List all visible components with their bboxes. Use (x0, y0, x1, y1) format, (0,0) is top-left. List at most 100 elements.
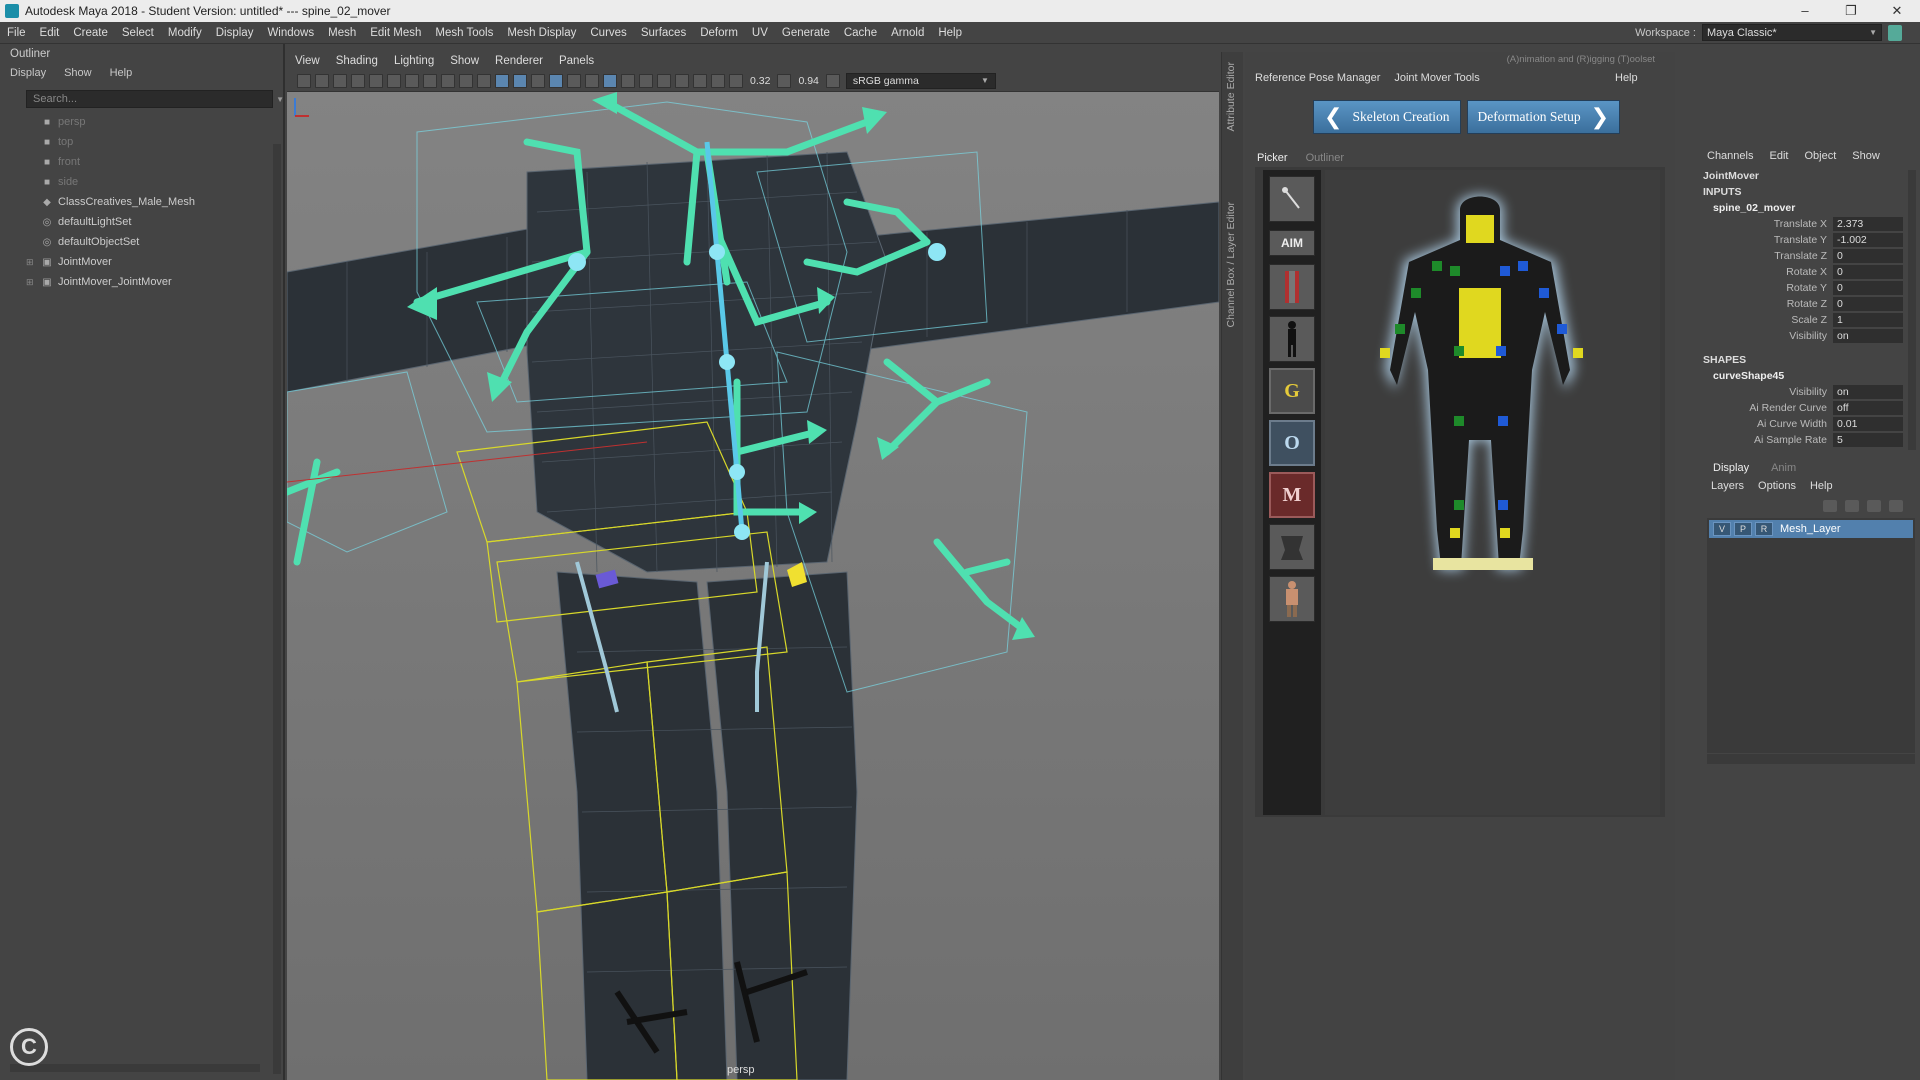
layer-reference-toggle[interactable]: R (1755, 522, 1773, 536)
attr-value[interactable]: 0 (1833, 265, 1903, 279)
menu-edit[interactable]: Edit (33, 27, 67, 39)
picker-pelvis-l[interactable] (1454, 346, 1464, 356)
outliner-vertical-scrollbar[interactable] (273, 144, 281, 1074)
menu-windows[interactable]: Windows (260, 27, 321, 39)
picker-upperarm-l[interactable] (1411, 288, 1421, 298)
hands-tool-button[interactable] (1269, 524, 1315, 570)
attr-value[interactable]: 2.373 (1833, 217, 1903, 231)
menu-curves[interactable]: Curves (583, 27, 633, 39)
picker-head[interactable] (1466, 215, 1494, 243)
bookmark-icon[interactable] (333, 73, 347, 88)
menu-help[interactable]: Help (931, 27, 969, 39)
attr-value[interactable]: 0.01 (1833, 417, 1903, 431)
exposure-value[interactable]: 0.32 (747, 75, 773, 87)
outliner-item-top[interactable]: ■ top (0, 132, 283, 152)
selected-object-name[interactable]: JointMover (1703, 168, 1903, 184)
art-menu-reference-pose[interactable]: Reference Pose Manager (1255, 72, 1380, 84)
picker-foot-l[interactable] (1450, 528, 1460, 538)
skeleton-creation-button[interactable]: ❮ Skeleton Creation (1313, 100, 1461, 134)
color-management-icon[interactable] (825, 73, 840, 88)
viewport-menu-renderer[interactable]: Renderer (487, 55, 551, 67)
picker-spine[interactable] (1459, 288, 1501, 358)
viewport-menu-lighting[interactable]: Lighting (386, 55, 442, 67)
outliner-item-jointmover[interactable]: ⊞ ▣ JointMover (0, 252, 283, 272)
menu-uv[interactable]: UV (745, 27, 775, 39)
viewport-menu-view[interactable]: View (287, 55, 328, 67)
menu-cache[interactable]: Cache (837, 27, 884, 39)
picker-pelvis-r[interactable] (1496, 346, 1506, 356)
textured-icon[interactable] (549, 73, 563, 88)
wireframe-on-shaded-icon[interactable] (531, 73, 545, 88)
attr-value[interactable]: off (1833, 401, 1903, 415)
channels-menu-show[interactable]: Show (1852, 150, 1880, 162)
attr-value[interactable]: 1 (1833, 313, 1903, 327)
attr-value[interactable]: 0 (1833, 297, 1903, 311)
field-chart-icon[interactable] (459, 73, 473, 88)
input-node-name[interactable]: spine_02_mover (1703, 200, 1903, 216)
menu-display[interactable]: Display (209, 27, 261, 39)
select-camera-icon[interactable] (297, 73, 311, 88)
viewport-menu-show[interactable]: Show (442, 55, 487, 67)
expand-icon[interactable]: ⊞ (26, 277, 34, 288)
shape-attr-row[interactable]: Ai Render Curve off (1703, 400, 1903, 416)
viewport-scene[interactable]: persp (287, 92, 1219, 1080)
isolate-select-icon[interactable] (603, 73, 617, 88)
layers-menu-options[interactable]: Options (1758, 480, 1796, 492)
maximize-button[interactable]: ❐ (1828, 0, 1874, 22)
attr-row[interactable]: Translate Z 0 (1703, 248, 1903, 264)
outliner-horizontal-scrollbar[interactable] (10, 1064, 260, 1072)
minimize-button[interactable]: – (1782, 0, 1828, 22)
xray-icon[interactable] (621, 73, 635, 88)
picker-ankle-r[interactable] (1498, 500, 1508, 510)
layers-menu-help[interactable]: Help (1810, 480, 1833, 492)
picker-hand-r[interactable] (1573, 348, 1583, 358)
anti-aliasing-icon[interactable] (693, 73, 707, 88)
picker-lowerarm-r[interactable] (1557, 324, 1567, 334)
mover-button[interactable]: M (1269, 472, 1315, 518)
layer-playback-toggle[interactable]: P (1734, 522, 1752, 536)
channel-box-scrollbar[interactable] (1908, 170, 1916, 450)
global-button[interactable]: G (1269, 368, 1315, 414)
new-layer-from-selection-icon[interactable] (1889, 500, 1903, 512)
lights-icon[interactable] (567, 73, 581, 88)
layer-visibility-toggle[interactable]: V (1713, 522, 1731, 536)
attribute-editor-tab[interactable]: Attribute Editor (1225, 62, 1237, 131)
smooth-shade-icon[interactable] (513, 73, 527, 88)
depth-of-field-icon[interactable] (711, 73, 725, 88)
outliner-item-lightset[interactable]: ◎ defaultLightSet (0, 212, 283, 232)
outliner-item-persp[interactable]: ■ persp (0, 112, 283, 132)
attr-value[interactable]: on (1833, 385, 1903, 399)
move-layer-up-icon[interactable] (1823, 500, 1837, 512)
ambient-occlusion-icon[interactable] (675, 73, 689, 88)
picker-clavicle-r[interactable] (1518, 261, 1528, 271)
picker-ankle-l[interactable] (1454, 500, 1464, 510)
gamma-icon[interactable] (777, 73, 792, 88)
image-plane-icon[interactable] (351, 73, 365, 88)
outliner-search-input[interactable]: Search... (26, 90, 284, 108)
menu-create[interactable]: Create (66, 27, 115, 39)
picker-foot-r[interactable] (1500, 528, 1510, 538)
film-gate-icon[interactable] (405, 73, 419, 88)
outliner-item-side[interactable]: ■ side (0, 172, 283, 192)
exposure-icon[interactable] (729, 73, 743, 88)
shape-node-name[interactable]: curveShape45 (1703, 368, 1903, 384)
tab-outliner[interactable]: Outliner (1306, 152, 1345, 164)
menu-generate[interactable]: Generate (775, 27, 837, 39)
outliner-item-objectset[interactable]: ◎ defaultObjectSet (0, 232, 283, 252)
shape-attr-row[interactable]: Ai Sample Rate 5 (1703, 432, 1903, 448)
layer-horizontal-scrollbar[interactable] (1707, 754, 1915, 764)
menu-mesh-tools[interactable]: Mesh Tools (428, 27, 500, 39)
camera-attributes-icon[interactable] (315, 73, 329, 88)
attr-row[interactable]: Rotate X 0 (1703, 264, 1903, 280)
picker-root[interactable] (1433, 558, 1533, 570)
outliner-item-front[interactable]: ■ front (0, 152, 283, 172)
tab-picker[interactable]: Picker (1257, 152, 1288, 164)
shape-attr-row[interactable]: Visibility on (1703, 384, 1903, 400)
attr-row[interactable]: Translate X 2.373 (1703, 216, 1903, 232)
menu-file[interactable]: File (0, 27, 33, 39)
channels-menu-channels[interactable]: Channels (1707, 150, 1753, 162)
offset-button[interactable]: O (1269, 420, 1315, 466)
menu-deform[interactable]: Deform (693, 27, 745, 39)
shape-attr-row[interactable]: Ai Curve Width 0.01 (1703, 416, 1903, 432)
attr-value[interactable]: 0 (1833, 249, 1903, 263)
